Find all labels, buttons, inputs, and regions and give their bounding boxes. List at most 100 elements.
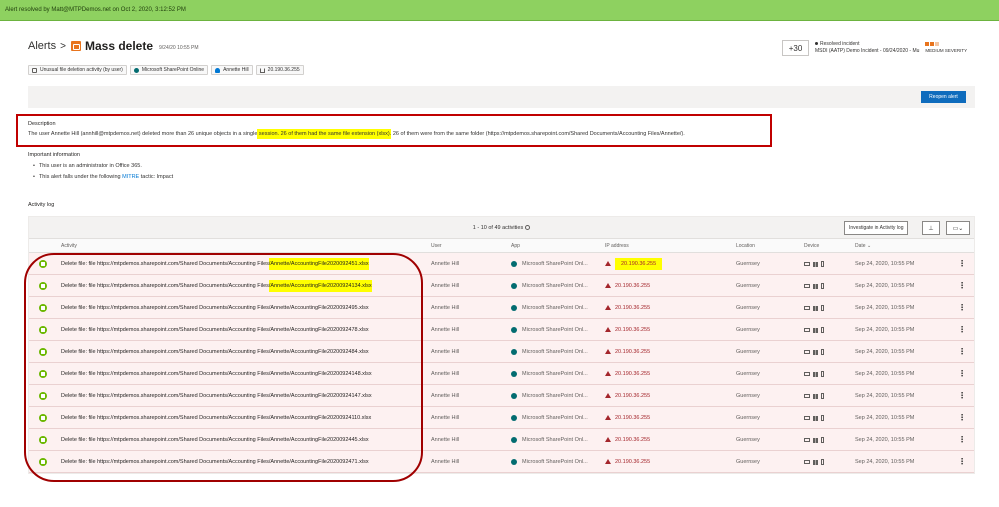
ip-cell[interactable]: 20.190.36.255 bbox=[605, 429, 650, 451]
table-row[interactable]: Delete file: file https://mtpdemos.share… bbox=[29, 341, 974, 363]
col-ip[interactable]: IP address bbox=[605, 239, 629, 253]
col-activity[interactable]: Activity bbox=[61, 239, 77, 253]
ip-cell[interactable]: 20.190.36.255 bbox=[605, 407, 650, 429]
app-cell[interactable]: Microsoft SharePoint Onl... bbox=[511, 429, 588, 451]
desktop-icon bbox=[821, 327, 824, 333]
activity-cell[interactable]: Delete file: file https://mtpdemos.share… bbox=[61, 341, 369, 363]
more-icon[interactable]: ⋮ bbox=[958, 429, 966, 451]
severity-indicator: MEDIUM SEVERITY bbox=[925, 42, 967, 54]
table-row[interactable]: Delete file: file https://mtpdemos.share… bbox=[29, 253, 974, 275]
app-cell[interactable]: Microsoft SharePoint Onl... bbox=[511, 363, 588, 385]
status-dot-icon bbox=[815, 42, 818, 46]
col-user[interactable]: User bbox=[431, 239, 442, 253]
app-cell[interactable]: Microsoft SharePoint Onl... bbox=[511, 385, 588, 407]
table-row[interactable]: Delete file: file https://mtpdemos.share… bbox=[29, 451, 974, 473]
file-icon bbox=[39, 282, 47, 290]
user-cell[interactable]: Annette Hill bbox=[431, 429, 459, 451]
columns-menu-icon[interactable]: ▭⌄ bbox=[946, 221, 970, 235]
device-cell bbox=[804, 253, 824, 275]
more-icon[interactable]: ⋮ bbox=[958, 253, 966, 275]
date-cell: Sep 24, 2020, 10:55 PM bbox=[855, 437, 915, 443]
user-cell[interactable]: Annette Hill bbox=[431, 451, 459, 473]
app-cell[interactable]: Microsoft SharePoint Onl... bbox=[511, 341, 588, 363]
related-count[interactable]: +30 bbox=[782, 40, 809, 56]
user-cell[interactable]: Annette Hill bbox=[431, 407, 459, 429]
activity-cell[interactable]: Delete file: file https://mtpdemos.share… bbox=[61, 385, 372, 407]
activity-cell[interactable]: Delete file: file https://mtpdemos.share… bbox=[61, 297, 369, 319]
more-icon[interactable]: ⋮ bbox=[958, 407, 966, 429]
windows-icon bbox=[813, 459, 818, 465]
more-icon[interactable]: ⋮ bbox=[958, 297, 966, 319]
ip-cell[interactable]: 20.190.36.255 bbox=[605, 363, 650, 385]
tag-ip[interactable]: 20.190.36.255 bbox=[255, 65, 304, 75]
app-cell[interactable]: Microsoft SharePoint Onl... bbox=[511, 319, 588, 341]
tag-user[interactable]: Annette Hill bbox=[211, 65, 253, 75]
activity-cell[interactable]: Delete file: file https://mtpdemos.share… bbox=[61, 429, 369, 451]
user-cell[interactable]: Annette Hill bbox=[431, 319, 459, 341]
incident-info[interactable]: Resolved incident MSDI (AATP) Demo Incid… bbox=[815, 41, 919, 55]
app-cell[interactable]: Microsoft SharePoint Onl... bbox=[511, 275, 588, 297]
activity-cell[interactable]: Delete file: file https://mtpdemos.share… bbox=[61, 363, 372, 385]
activity-cell[interactable]: Delete file: file https://mtpdemos.share… bbox=[61, 319, 369, 341]
ip-cell[interactable]: 20.190.36.255 bbox=[605, 451, 650, 473]
activity-cell[interactable]: Delete file: file https://mtpdemos.share… bbox=[61, 407, 371, 429]
table-row[interactable]: Delete file: file https://mtpdemos.share… bbox=[29, 363, 974, 385]
table-row[interactable]: Delete file: file https://mtpdemos.share… bbox=[29, 297, 974, 319]
windows-icon bbox=[813, 283, 818, 289]
more-icon[interactable]: ⋮ bbox=[958, 385, 966, 407]
reopen-alert-button[interactable]: Reopen alert bbox=[921, 91, 966, 103]
table-row[interactable]: Delete file: file https://mtpdemos.share… bbox=[29, 407, 974, 429]
col-date[interactable]: Date ⌄ bbox=[855, 239, 871, 253]
desktop-icon bbox=[821, 415, 824, 421]
user-cell[interactable]: Annette Hill bbox=[431, 297, 459, 319]
table-row[interactable]: Delete file: file https://mtpdemos.share… bbox=[29, 385, 974, 407]
sharepoint-icon bbox=[511, 436, 517, 443]
breadcrumb-alerts[interactable]: Alerts bbox=[28, 40, 56, 52]
date-cell: Sep 24, 2020, 10:55 PM bbox=[855, 305, 915, 311]
warning-icon bbox=[605, 305, 611, 311]
more-icon[interactable]: ⋮ bbox=[958, 341, 966, 363]
tag-app[interactable]: Microsoft SharePoint Online bbox=[129, 65, 209, 75]
ip-cell[interactable]: 20.190.36.255 bbox=[605, 275, 650, 297]
file-icon bbox=[32, 67, 37, 73]
mitre-link[interactable]: MITRE bbox=[122, 174, 139, 180]
ip-cell[interactable]: 20.190.36.255 bbox=[605, 385, 650, 407]
ip-cell[interactable]: 20.190.36.255 bbox=[605, 319, 650, 341]
user-cell[interactable]: Annette Hill bbox=[431, 385, 459, 407]
more-icon[interactable]: ⋮ bbox=[958, 363, 966, 385]
table-row[interactable]: Delete file: file https://mtpdemos.share… bbox=[29, 275, 974, 297]
table-row[interactable]: Delete file: file https://mtpdemos.share… bbox=[29, 319, 974, 341]
col-device[interactable]: Device bbox=[804, 239, 819, 253]
app-cell[interactable]: Microsoft SharePoint Onl... bbox=[511, 253, 588, 275]
user-cell[interactable]: Annette Hill bbox=[431, 275, 459, 297]
table-row[interactable]: Delete file: file https://mtpdemos.share… bbox=[29, 429, 974, 451]
app-cell[interactable]: Microsoft SharePoint Onl... bbox=[511, 407, 588, 429]
col-app[interactable]: App bbox=[511, 239, 520, 253]
sharepoint-icon bbox=[511, 392, 517, 399]
severity-bars-icon bbox=[925, 42, 967, 46]
description-section: Description The user Annette Hill (annhi… bbox=[16, 114, 772, 147]
ip-cell[interactable]: 20.190.36.255 bbox=[605, 253, 663, 275]
activity-cell[interactable]: Delete file: file https://mtpdemos.share… bbox=[61, 451, 369, 473]
col-location[interactable]: Location bbox=[736, 239, 755, 253]
app-cell[interactable]: Microsoft SharePoint Onl... bbox=[511, 451, 588, 473]
user-cell[interactable]: Annette Hill bbox=[431, 253, 459, 275]
sharepoint-icon bbox=[511, 370, 517, 377]
ip-cell[interactable]: 20.190.36.255 bbox=[605, 297, 650, 319]
more-icon[interactable]: ⋮ bbox=[958, 319, 966, 341]
location-cell: Guernsey bbox=[736, 261, 760, 267]
user-cell[interactable]: Annette Hill bbox=[431, 363, 459, 385]
activity-cell[interactable]: Delete file: file https://mtpdemos.share… bbox=[61, 253, 369, 275]
monitor-icon bbox=[804, 350, 810, 354]
investigate-button[interactable]: Investigate in Activity log bbox=[844, 221, 909, 235]
more-icon[interactable]: ⋮ bbox=[958, 451, 966, 473]
filter-icon[interactable]: ⊥ bbox=[922, 221, 940, 235]
activity-cell[interactable]: Delete file: file https://mtpdemos.share… bbox=[61, 275, 372, 297]
more-icon[interactable]: ⋮ bbox=[958, 275, 966, 297]
warning-icon bbox=[605, 459, 611, 465]
ip-cell[interactable]: 20.190.36.255 bbox=[605, 341, 650, 363]
info-icon[interactable] bbox=[525, 225, 531, 231]
tag-policy[interactable]: Unusual file deletion activity (by user) bbox=[28, 65, 127, 75]
user-cell[interactable]: Annette Hill bbox=[431, 341, 459, 363]
app-cell[interactable]: Microsoft SharePoint Onl... bbox=[511, 297, 588, 319]
